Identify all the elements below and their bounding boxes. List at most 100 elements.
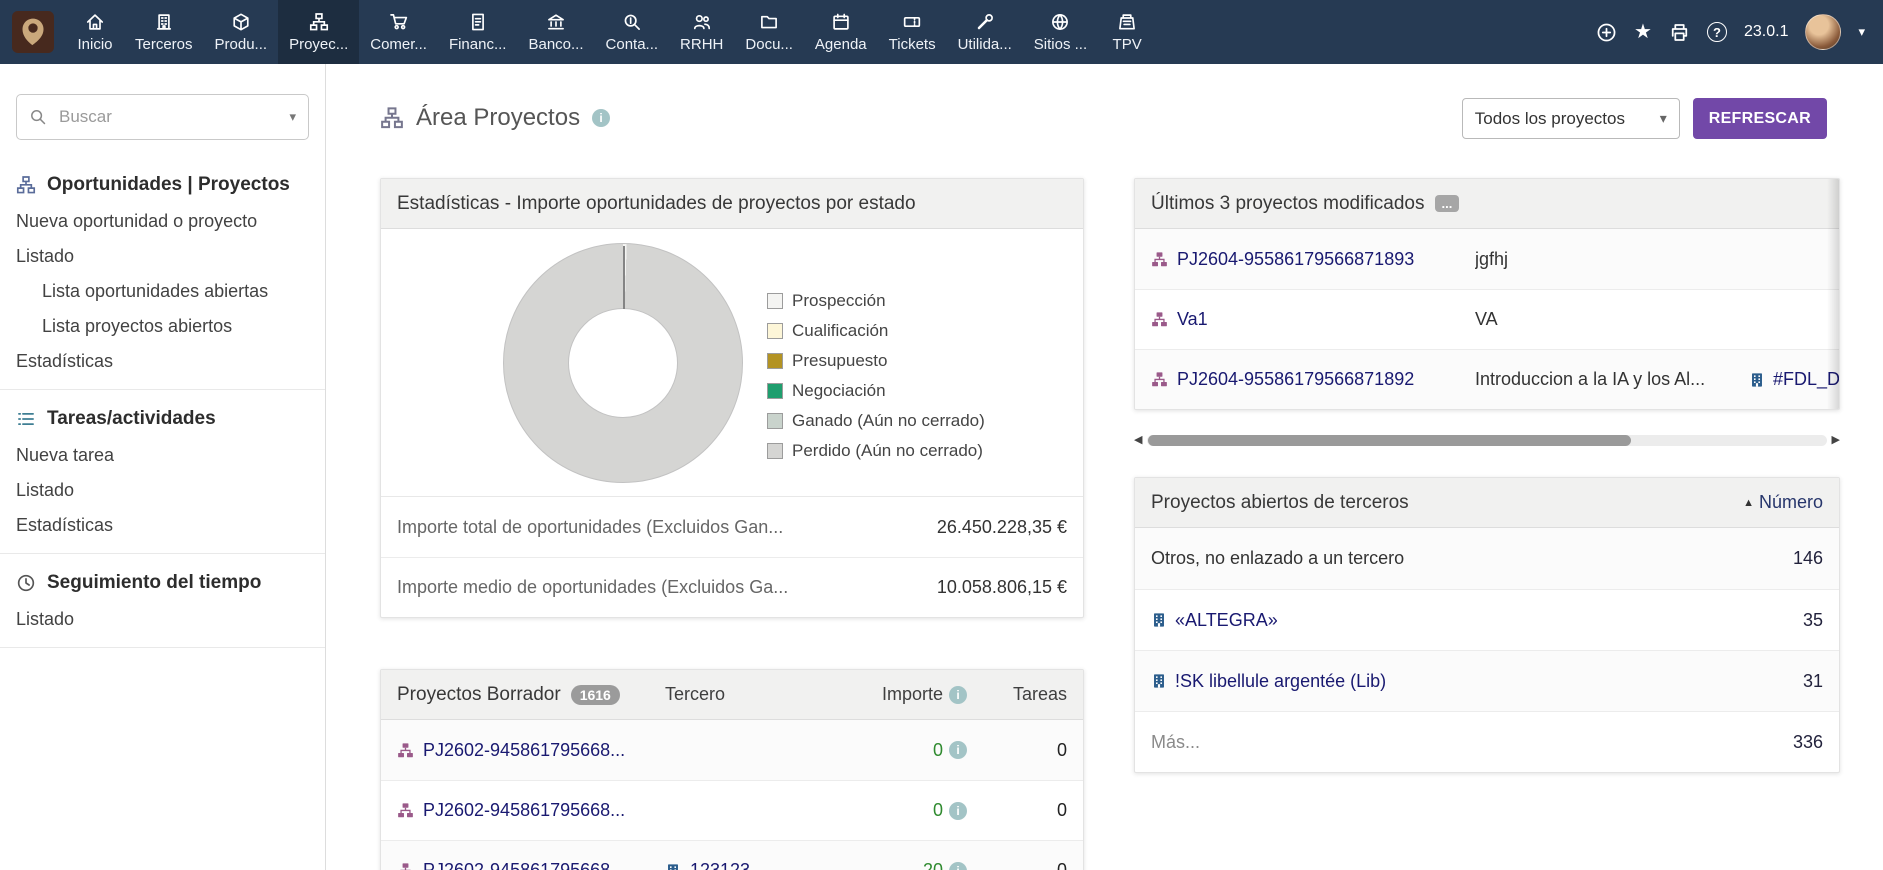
scroll-left-arrow[interactable] — [1134, 433, 1142, 447]
thirdparty-link[interactable]: !SK libellule argentée (Lib) — [1151, 671, 1713, 692]
nav-item-inicio[interactable]: Inicio — [66, 0, 124, 64]
horizontal-scrollbar — [1134, 433, 1840, 447]
nav-item-tickets[interactable]: Tickets — [878, 0, 947, 64]
nav-item-documentos[interactable]: Docu... — [734, 0, 804, 64]
sort-by-number[interactable]: Número — [1743, 492, 1823, 513]
logo-icon — [12, 11, 54, 53]
importe-info-icon[interactable] — [949, 741, 967, 759]
stats-card-header: Estadísticas - Importe oportunidades de … — [381, 179, 1083, 229]
sidebar-header-seguimiento-tiempo[interactable]: Seguimiento del tiempo — [0, 562, 325, 602]
refresh-button[interactable]: REFRESCAR — [1692, 98, 1827, 139]
project-ref-link[interactable]: PJ2602-945861795668... — [397, 740, 665, 761]
nav-item-rrhh[interactable]: RRHH — [669, 0, 734, 64]
sidebar-menu: Oportunidades | Proyectos Nueva oportuni… — [0, 164, 325, 648]
sidebar-search[interactable] — [16, 94, 309, 140]
project-icon — [397, 862, 414, 870]
user-avatar[interactable] — [1805, 14, 1842, 50]
company-icon — [1154, 674, 1164, 688]
project-filter-select[interactable]: Todos los proyectos — [1461, 98, 1680, 139]
nav-item-productos[interactable]: Produ... — [204, 0, 279, 64]
project-ref-link[interactable]: PJ2602-945861795668... — [397, 860, 665, 870]
sidebar-section-tiempo: Seguimiento del tiempo Listado — [0, 562, 325, 648]
nav-item-agenda[interactable]: Agenda — [804, 0, 878, 64]
nav-item-sitios[interactable]: Sitios ... — [1023, 0, 1098, 64]
left-sidebar: Oportunidades | Proyectos Nueva oportuni… — [0, 64, 326, 870]
project-ref-link[interactable]: PJ2604-95586179566871892 — [1151, 369, 1475, 390]
importe-value: 20 — [922, 860, 943, 870]
sidebar-item-listado-tiempo[interactable]: Listado — [0, 602, 325, 637]
legend-item: Negociación — [767, 381, 985, 401]
thirdparties-icon — [156, 13, 171, 30]
sidebar-item-lista-proyectos-abiertos[interactable]: Lista proyectos abiertos — [0, 309, 325, 344]
thirdparty-link[interactable]: «ALTEGRA» — [1151, 610, 1713, 631]
more-link[interactable]: Más... — [1151, 732, 1713, 753]
globe-icon — [1052, 13, 1069, 30]
app-logo[interactable] — [0, 0, 66, 64]
scrollbar-thumb[interactable] — [1148, 434, 1631, 446]
thirdparty-row-more: Más... 336 — [1135, 711, 1839, 772]
nav-item-bancos[interactable]: Banco... — [517, 0, 594, 64]
add-icon[interactable] — [1596, 22, 1617, 43]
topnav-right-tools: 23.0.1 — [1596, 14, 1883, 50]
project-count: 146 — [1792, 548, 1823, 568]
top-navbar: Inicio Terceros Produ... Proyec... Comer… — [0, 0, 1883, 64]
project-icon — [397, 802, 414, 818]
user-menu-caret-icon[interactable] — [1858, 24, 1865, 40]
open-projects-by-thirdparty-card: Proyectos abiertos de terceros Número Ot… — [1134, 477, 1840, 773]
project-ref-link[interactable]: PJ2602-945861795668... — [397, 800, 665, 821]
accounting-icon — [624, 14, 640, 30]
nav-item-utilidades[interactable]: Utilida... — [947, 0, 1023, 64]
thirdparty-link[interactable]: 123123 — [665, 860, 835, 870]
print-icon[interactable] — [1669, 22, 1690, 43]
thirdparty-link[interactable]: #FDL_DI — [1749, 369, 1839, 390]
tareas-value: 0 — [1056, 800, 1067, 820]
projects-icon — [309, 12, 328, 30]
scroll-right-arrow[interactable] — [1832, 433, 1840, 447]
draft-project-row: PJ2602-945861795668... 0 0 — [381, 780, 1083, 840]
products-icon — [233, 13, 249, 30]
thirdparty-row: «ALTEGRA» 35 — [1135, 589, 1839, 650]
nav-item-comercial[interactable]: Comer... — [359, 0, 438, 64]
project-icon — [1151, 371, 1168, 387]
sidebar-item-estadisticas-proyectos[interactable]: Estadísticas — [0, 344, 325, 379]
sidebar-header-tareas-actividades[interactable]: Tareas/actividades — [0, 398, 325, 438]
sidebar-item-estadisticas-tareas[interactable]: Estadísticas — [0, 508, 325, 543]
last-modified-projects-card: Últimos 3 proyectos modificados ... PJ26… — [1134, 178, 1840, 410]
nav-item-tpv[interactable]: TPV — [1098, 0, 1156, 64]
scrollbar-track[interactable] — [1147, 434, 1827, 446]
project-ref-link[interactable]: PJ2604-95586179566871893 — [1151, 249, 1475, 270]
column-header-tercero[interactable]: Tercero — [665, 684, 835, 705]
nav-item-proyectos[interactable]: Proyec... — [278, 0, 360, 64]
project-icon — [1151, 311, 1168, 327]
sidebar-item-listado-tareas[interactable]: Listado — [0, 473, 325, 508]
title-info-icon[interactable] — [592, 109, 611, 127]
chart-legend: Prospección Cualificación Presupuesto Ne… — [767, 291, 985, 461]
thirdparty-row: Otros, no enlazado a un tercero 146 — [1135, 528, 1839, 589]
help-icon[interactable] — [1706, 22, 1727, 42]
project-icon — [1151, 251, 1168, 267]
draft-project-row: PJ2602-945861795668... 0 0 — [381, 720, 1083, 780]
task-list-icon — [18, 413, 34, 425]
importe-info-icon[interactable] — [949, 861, 967, 870]
nav-item-terceros[interactable]: Terceros — [124, 0, 204, 64]
sidebar-item-listado-proyectos[interactable]: Listado — [0, 239, 325, 274]
sidebar-item-nueva-tarea[interactable]: Nueva tarea — [0, 438, 325, 473]
bank-icon — [548, 13, 564, 29]
nav-item-financiera[interactable]: Financ... — [438, 0, 518, 64]
nav-item-contabilidad[interactable]: Conta... — [595, 0, 670, 64]
project-count: 35 — [1802, 609, 1823, 630]
importe-info-icon[interactable] — [949, 685, 967, 704]
column-header-tareas[interactable]: Tareas — [1013, 684, 1067, 705]
sort-asc-icon — [1743, 497, 1754, 509]
sidebar-item-nueva-oportunidad[interactable]: Nueva oportunidad o proyecto — [0, 204, 325, 239]
tareas-value: 0 — [1056, 739, 1067, 760]
importe-info-icon[interactable] — [949, 801, 967, 820]
project-ref-link[interactable]: Va1 — [1151, 309, 1475, 330]
column-header-importe[interactable]: Importe — [882, 684, 967, 705]
search-input[interactable] — [57, 106, 280, 128]
sidebar-header-oportunidades-proyectos[interactable]: Oportunidades | Proyectos — [0, 164, 325, 204]
bookmarks-icon[interactable] — [1634, 22, 1652, 42]
search-options-caret-icon[interactable] — [289, 109, 296, 125]
right-column: Últimos 3 proyectos modificados ... PJ26… — [1134, 178, 1840, 773]
sidebar-item-lista-oportunidades-abiertas[interactable]: Lista oportunidades abiertas — [0, 274, 325, 309]
